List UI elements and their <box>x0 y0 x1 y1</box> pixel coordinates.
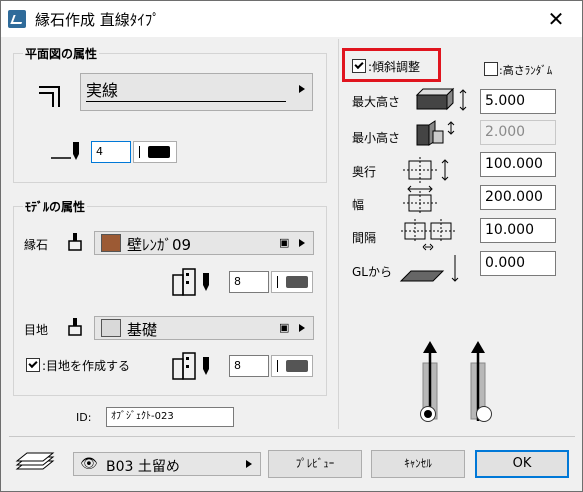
max-height-input[interactable]: 5.000 <box>480 89 556 114</box>
width-icon <box>403 185 437 215</box>
checkmark-icon <box>354 59 364 70</box>
curb-material-swatch <box>101 234 121 252</box>
cancel-button[interactable]: ｷｬﾝｾﾙ <box>371 450 465 478</box>
material-settings-icon: ▣ <box>279 236 290 249</box>
chevron-right-icon <box>299 324 305 332</box>
chevron-right-icon <box>246 460 252 468</box>
eye-icon: 👁 <box>80 456 98 472</box>
random-height-label: :高さﾗﾝﾀﾞﾑ <box>499 64 553 77</box>
line-preview <box>86 101 286 102</box>
min-height-label: 最小高さ <box>352 131 401 145</box>
preview-button[interactable]: ﾌﾟﾚﾋﾞｭｰ <box>268 450 362 478</box>
gl-label: GLから <box>352 265 392 279</box>
direction-right-radio[interactable] <box>476 406 492 422</box>
depth-icon <box>403 157 449 183</box>
joint-pen-input[interactable]: 8 <box>229 355 269 377</box>
ok-button[interactable]: OK <box>475 450 569 478</box>
joint-material-swatch <box>101 319 121 337</box>
line-type-icon <box>39 86 60 107</box>
close-button[interactable]: ✕ <box>542 7 570 31</box>
chevron-right-icon <box>299 239 305 247</box>
model-group-label: ﾓﾃﾞﾙの属性 <box>23 198 88 215</box>
building-pen-icon <box>172 352 209 380</box>
pen-icon <box>51 142 79 160</box>
curb-material-select[interactable]: 壁ﾚﾝｶﾞ09 ▣ <box>94 231 314 255</box>
curb-pen-input[interactable]: 8 <box>229 271 269 293</box>
gap-icon <box>401 219 457 251</box>
create-joint-label: :目地を作成する <box>42 359 131 373</box>
joint-material-value: 基礎 <box>127 321 158 339</box>
direction-left-radio[interactable] <box>420 406 436 422</box>
layers-icon <box>15 452 55 470</box>
radio-dot <box>424 410 432 418</box>
line-type-select[interactable]: 実線 <box>80 73 313 111</box>
material-settings-icon: ▣ <box>279 321 290 334</box>
curb-label: 縁石 <box>24 238 49 252</box>
checkmark-icon <box>28 358 38 369</box>
depth-label: 奥行 <box>352 165 377 179</box>
random-height-checkbox[interactable] <box>484 62 498 76</box>
brush-icon <box>68 318 82 336</box>
gl-input[interactable]: 0.000 <box>480 251 556 276</box>
width-label: 幅 <box>352 198 365 212</box>
app-icon <box>8 10 26 28</box>
depth-input[interactable]: 100.000 <box>480 152 556 177</box>
dialog-window: 縁石作成 直線ﾀｲﾌﾟ ✕ 平面図の属性 実線 4 ﾓﾃﾞﾙの属性 縁石 壁ﾚﾝ… <box>0 0 583 492</box>
pen-color-swatch <box>286 276 308 288</box>
plan-pen-color[interactable] <box>133 141 177 163</box>
slope-adjust-label: :傾斜調整 <box>368 60 421 74</box>
max-height-icon <box>415 87 467 111</box>
max-height-label: 最大高さ <box>352 95 401 109</box>
id-input[interactable]: ｵﾌﾞｼﾞｪｸﾄ-023 <box>106 407 234 427</box>
brush-icon <box>68 233 82 251</box>
gap-label: 間隔 <box>352 231 377 245</box>
curb-pen-color[interactable] <box>271 271 313 293</box>
joint-material-select[interactable]: 基礎 ▣ <box>94 316 314 340</box>
panel-divider <box>338 39 339 429</box>
line-type-value: 実線 <box>86 81 119 100</box>
id-label: ID: <box>76 411 92 424</box>
chevron-right-icon <box>299 85 305 93</box>
joint-pen-color[interactable] <box>271 355 313 377</box>
gap-input[interactable]: 10.000 <box>480 218 556 243</box>
window-title: 縁石作成 直線ﾀｲﾌﾟ <box>35 11 160 29</box>
plan-pen-input[interactable]: 4 <box>91 141 131 163</box>
joint-label: 目地 <box>24 323 49 337</box>
curb-material-value: 壁ﾚﾝｶﾞ09 <box>127 236 192 254</box>
footer-divider <box>9 436 575 437</box>
pen-color-swatch <box>286 360 308 372</box>
building-pen-icon <box>172 268 209 296</box>
pen-color-swatch <box>148 146 170 158</box>
layer-select[interactable]: 👁 B03 土留め <box>73 452 261 476</box>
min-height-icon <box>416 120 455 146</box>
layer-value: B03 土留め <box>106 459 180 475</box>
title-bar: 縁石作成 直線ﾀｲﾌﾟ ✕ <box>1 1 582 37</box>
width-input[interactable]: 200.000 <box>480 185 556 210</box>
create-joint-checkbox[interactable] <box>26 358 40 372</box>
min-height-input[interactable]: 2.000 <box>480 120 556 145</box>
ground-level-icon <box>399 255 459 282</box>
plan-group-label: 平面図の属性 <box>23 45 100 62</box>
slope-adjust-checkbox[interactable] <box>352 59 366 73</box>
